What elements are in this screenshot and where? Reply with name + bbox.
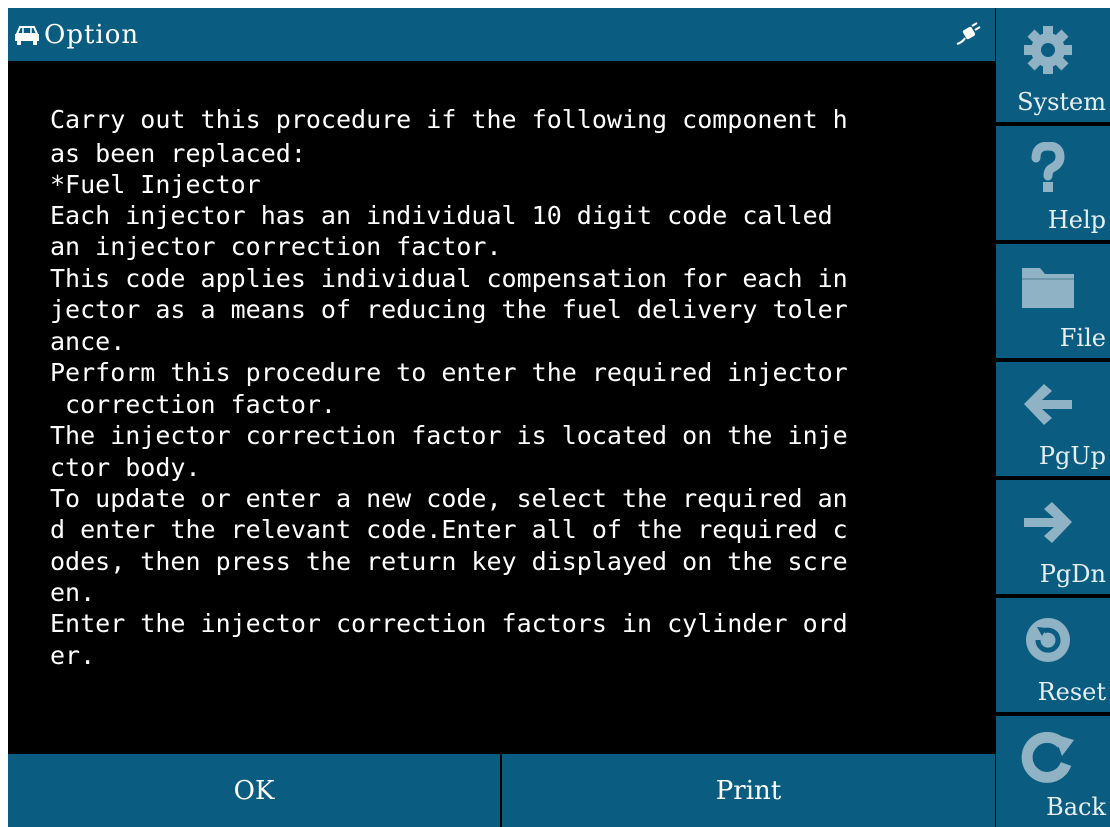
message-content: Carry out this procedure if the followin… (8, 61, 995, 754)
title-bar: Option (8, 8, 995, 61)
system-button[interactable]: System (996, 8, 1110, 122)
pgdn-button[interactable]: PgDn (996, 480, 1110, 594)
folder-icon (1022, 268, 1074, 308)
app-frame: Option Carry out this procedure if the f… (8, 8, 1110, 827)
arrow-right-icon (1024, 502, 1072, 543)
text-line: This code applies individual compensatio… (50, 264, 848, 293)
text-line: er. (50, 641, 96, 670)
reset-label: Reset (1037, 678, 1106, 706)
window-title: Option (44, 19, 140, 50)
pgup-button[interactable]: PgUp (996, 362, 1110, 476)
back-label: Back (1046, 793, 1106, 821)
text-line: *Fuel Injector (50, 170, 261, 199)
car-icon (15, 25, 39, 45)
text-line: an injector correction factor. (50, 232, 502, 261)
pgup-label: PgUp (1038, 442, 1106, 470)
pgdn-label: PgDn (1039, 560, 1106, 588)
bottom-button-bar: OK Print (8, 754, 995, 827)
text-line: correction factor. (50, 390, 336, 419)
text-line: Carry out this procedure if the followin… (50, 105, 848, 134)
arrow-left-icon (1024, 384, 1072, 425)
sidebar: System Help File PgUp PgDn Reset Back (996, 8, 1110, 827)
gear-icon (1024, 26, 1072, 74)
print-button[interactable]: Print (502, 754, 995, 827)
text-line: ance. (50, 327, 126, 356)
reset-icon (1026, 618, 1070, 662)
file-button[interactable]: File (996, 244, 1110, 358)
ok-button[interactable]: OK (8, 754, 500, 827)
back-icon (1021, 732, 1074, 783)
help-label: Help (1047, 206, 1106, 234)
help-button[interactable]: Help (996, 126, 1110, 240)
text-line: jector as a means of reducing the fuel d… (50, 295, 848, 324)
text-line: The injector correction factor is locate… (50, 421, 848, 450)
text-line: Enter the injector correction factors in… (50, 609, 848, 638)
text-line: odes, then press the return key displaye… (50, 547, 848, 576)
file-label: File (1059, 324, 1106, 352)
connection-plug-icon (956, 22, 981, 45)
text-line: d enter the relevant code.Enter all of t… (50, 515, 848, 544)
back-button[interactable]: Back (996, 716, 1110, 827)
system-label: System (1017, 88, 1106, 116)
text-line: ctor body. (50, 453, 201, 482)
text-line: Perform this procedure to enter the requ… (50, 358, 848, 387)
text-line: Each injector has an individual 10 digit… (50, 201, 833, 230)
text-line: as been replaced: (50, 139, 306, 168)
text-line: To update or enter a new code, select th… (50, 484, 848, 513)
question-icon (1031, 142, 1065, 192)
reset-button[interactable]: Reset (996, 598, 1110, 712)
text-line: en. (50, 578, 96, 607)
